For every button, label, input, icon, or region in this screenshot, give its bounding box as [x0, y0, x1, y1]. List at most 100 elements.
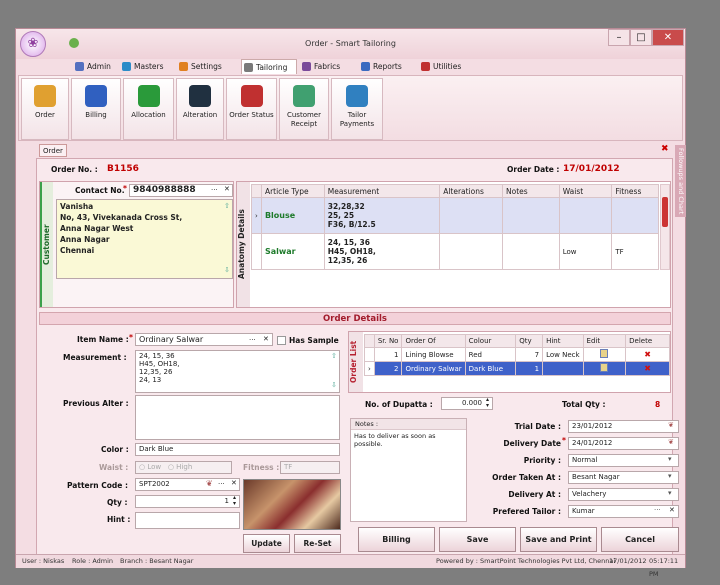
cancel-button[interactable]: Cancel: [601, 527, 679, 552]
anatomy-column-header[interactable]: Notes: [502, 184, 560, 198]
qty-spinner-icon[interactable]: ▴ ▾: [233, 495, 236, 507]
qty-field[interactable]: 1: [135, 495, 240, 508]
hint-field[interactable]: [135, 512, 240, 529]
ribbon-button-3[interactable]: Alteration: [176, 78, 224, 140]
edit-cell[interactable]: [582, 361, 627, 376]
order-of-cell: Ordinary Salwar: [401, 361, 466, 376]
anatomy-row[interactable]: › Blouse 32,28,32 25, 25 F36, B/12.5: [251, 197, 659, 234]
dropdown-icon[interactable]: ▾: [668, 489, 672, 497]
ribbon-tab-2[interactable]: Settings: [177, 59, 237, 74]
clear-icon[interactable]: ✕: [669, 506, 675, 514]
order-list-row[interactable]: › 2 Ordinary Salwar Dark Blue 1 ✖: [364, 361, 670, 376]
ribbon-tab-0[interactable]: Admin: [73, 59, 117, 74]
clear-icon[interactable]: ✕: [231, 479, 237, 487]
taken-field[interactable]: Besant Nagar: [568, 471, 679, 484]
clear-icon[interactable]: ✕: [224, 185, 230, 193]
close-document-icon[interactable]: ✖: [661, 144, 669, 154]
radio-icon[interactable]: ○: [168, 463, 174, 471]
order-list-column-header[interactable]: Qty: [515, 334, 544, 348]
ribbon-button-1[interactable]: Billing: [71, 78, 121, 140]
tailor-field[interactable]: Kumar: [568, 505, 679, 518]
order-list-column-header[interactable]: Delete: [625, 334, 670, 348]
date-picker-icon[interactable]: ❦: [668, 438, 674, 446]
order-list-column-header[interactable]: Sr. No: [373, 334, 403, 348]
save-print-button[interactable]: Save and Print: [520, 527, 597, 552]
edit-cell[interactable]: [582, 347, 627, 362]
maximize-button[interactable]: □: [630, 29, 652, 46]
measurement-field[interactable]: 24, 15, 36 H45, OH18, 12,35, 26 24, 13: [135, 350, 340, 393]
more-icon[interactable]: ···: [218, 480, 225, 488]
total-qty-value: 8: [655, 400, 661, 409]
waist-field[interactable]: ○ Low ○ High: [135, 461, 232, 474]
dupatta-spinner-icon[interactable]: ▴ ▾: [486, 397, 489, 409]
ribbon-button-icon: [240, 85, 263, 107]
address-line: No, 43, Vivekanada Cross St,: [60, 213, 183, 222]
ribbon-tab-1[interactable]: Masters: [120, 59, 174, 74]
color-field[interactable]: Dark Blue: [135, 443, 340, 456]
dropdown-icon[interactable]: ▾: [668, 472, 672, 480]
customer-group-label: Customer: [40, 182, 53, 307]
billing-button[interactable]: Billing: [358, 527, 435, 552]
ribbon-button-6[interactable]: Tailor Payments: [331, 78, 383, 140]
more-icon[interactable]: ···: [211, 186, 218, 194]
order-list-column-header[interactable]: Colour: [464, 334, 517, 348]
trial-field[interactable]: 23/01/2012: [568, 420, 679, 433]
prev-alter-field[interactable]: [135, 395, 340, 440]
ribbon-tab-6[interactable]: Utilities: [419, 59, 469, 74]
order-list-column-header[interactable]: Hint: [542, 334, 584, 348]
delivery-at-field[interactable]: Velachery: [568, 488, 679, 501]
edit-icon[interactable]: [600, 363, 609, 372]
scroll-up-icon[interactable]: ⇧: [331, 352, 337, 360]
measurement-line: 12,35, 26: [327, 256, 368, 265]
fitness-field[interactable]: TF: [280, 461, 340, 474]
ribbon-button-2[interactable]: Allocation: [123, 78, 174, 140]
edit-icon[interactable]: [600, 349, 609, 358]
delivery-field[interactable]: 24/01/2012: [568, 437, 679, 450]
ribbon-tab-5[interactable]: Reports: [359, 59, 415, 74]
save-button[interactable]: Save: [439, 527, 516, 552]
order-list-column-header[interactable]: Order Of: [401, 334, 466, 348]
anatomy-column-header[interactable]: Alterations: [439, 184, 503, 198]
order-list-column-header[interactable]: Edit: [582, 334, 627, 348]
delete-icon[interactable]: ✖: [644, 350, 651, 359]
more-icon[interactable]: ···: [249, 336, 256, 344]
anatomy-column-header[interactable]: Fitness: [611, 184, 659, 198]
ribbon-button-5[interactable]: Customer Receipt: [279, 78, 329, 140]
ribbon-button-4[interactable]: Order Status: [226, 78, 277, 140]
order-list-row[interactable]: 1 Lining Blowse Red 7 Low Neck ✖: [364, 347, 670, 362]
butterfly-icon[interactable]: ❦: [206, 479, 213, 488]
scroll-down-icon[interactable]: ⇩: [224, 266, 230, 274]
scroll-down-icon[interactable]: ⇩: [331, 381, 337, 389]
priority-field[interactable]: Normal: [568, 454, 679, 467]
clear-icon[interactable]: ✕: [263, 335, 269, 343]
date-picker-icon[interactable]: ❦: [668, 421, 674, 429]
minimize-button[interactable]: –: [608, 29, 630, 46]
ribbon-tab-4[interactable]: Fabrics: [300, 59, 356, 74]
anatomy-scroll-thumb[interactable]: [662, 197, 668, 227]
reset-button[interactable]: Re-Set: [294, 534, 341, 553]
measurement-line: F36, B/12.5: [327, 220, 376, 229]
radio-icon[interactable]: ○: [139, 463, 145, 471]
delete-cell[interactable]: ✖: [625, 347, 670, 362]
update-button[interactable]: Update: [243, 534, 290, 553]
anatomy-scrollbar[interactable]: [660, 184, 670, 270]
anatomy-row[interactable]: Salwar 24, 15, 36 H45, OH18, 12,35, 26 Low TF: [251, 233, 659, 270]
document-tab-order[interactable]: Order: [39, 144, 67, 157]
anatomy-column-header[interactable]: Waist: [558, 184, 613, 198]
more-icon[interactable]: ···: [654, 506, 661, 514]
dropdown-icon[interactable]: ▾: [668, 455, 672, 463]
anatomy-column-header[interactable]: Measurement: [323, 184, 441, 198]
delete-icon[interactable]: ✖: [644, 364, 651, 373]
anatomy-column-header[interactable]: Article Type: [260, 184, 325, 198]
has-sample-checkbox[interactable]: [277, 336, 286, 345]
delete-cell[interactable]: ✖: [625, 361, 670, 376]
ribbon-tab-3[interactable]: Tailoring: [241, 59, 297, 74]
notes-text[interactable]: Has to deliver as soon as possible.: [351, 430, 466, 450]
ribbon-button-0[interactable]: Order: [21, 78, 69, 140]
anatomy-table: Article Type Measurement Alterations Notes W…: [251, 184, 659, 270]
followups-side-tab[interactable]: Followups and Chart: [675, 145, 686, 217]
close-button[interactable]: ✕: [652, 29, 684, 46]
fitness-cell: TF: [611, 233, 659, 270]
scroll-up-icon[interactable]: ⇧: [224, 202, 230, 210]
customer-address[interactable]: Vanisha No, 43, Vivekanada Cross St, Anna …: [56, 199, 233, 279]
